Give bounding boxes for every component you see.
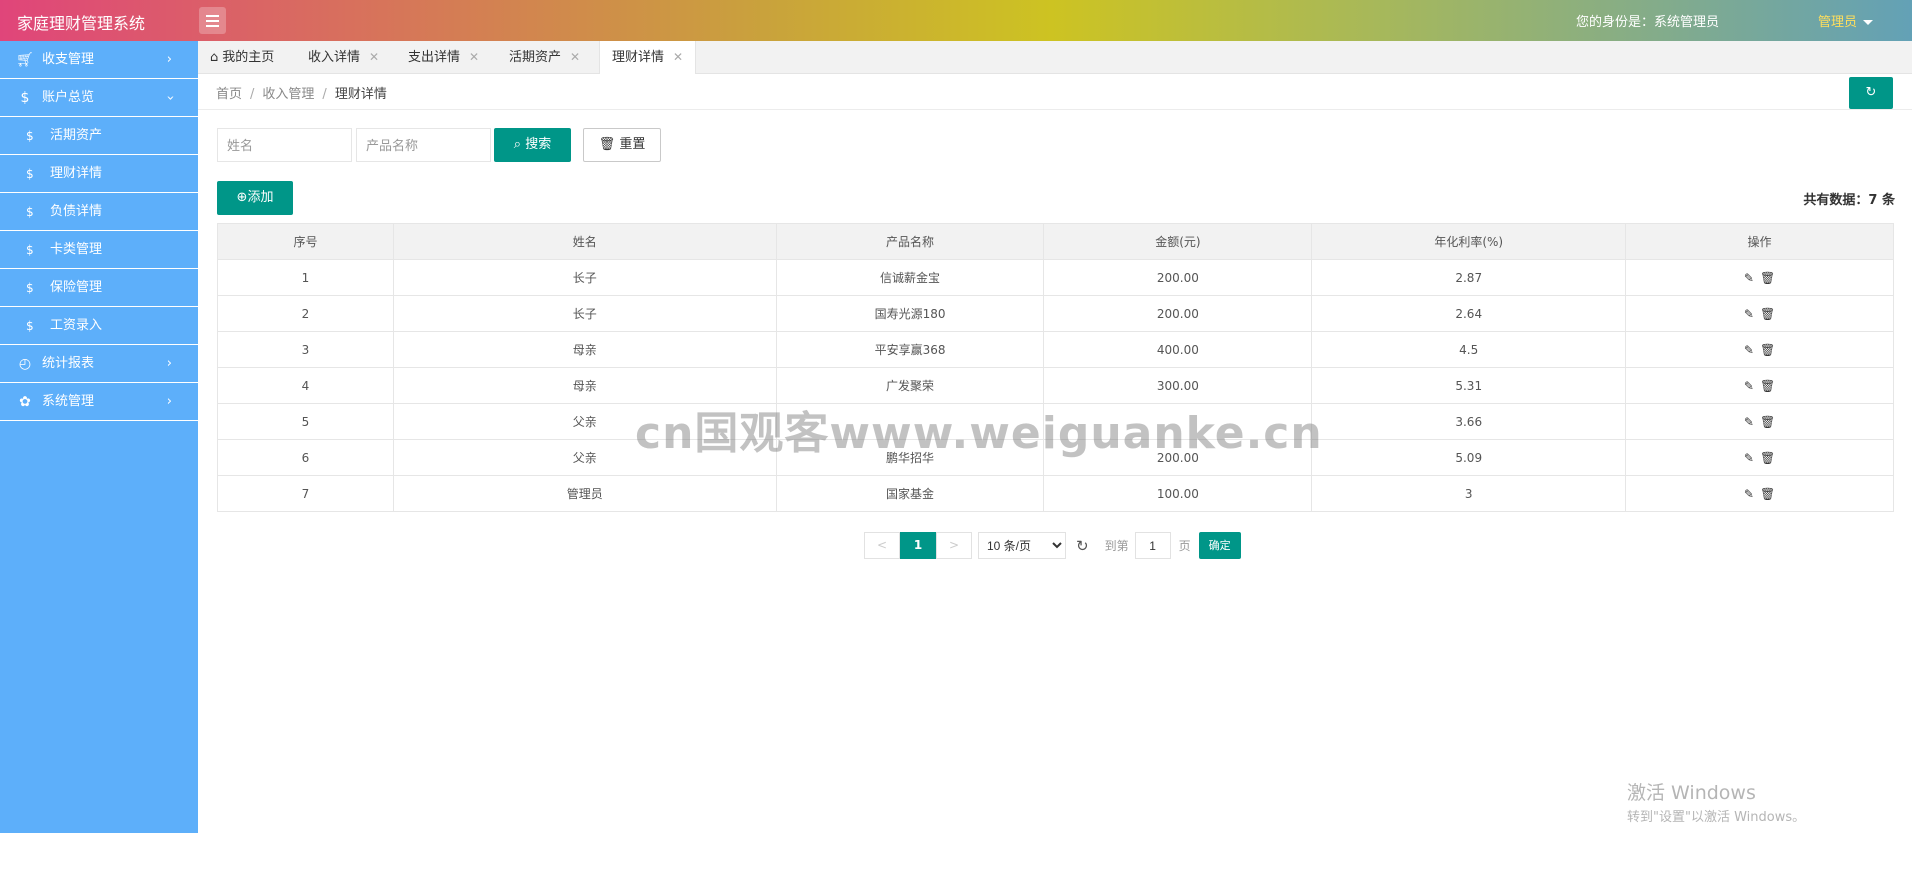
sidebar-subitem-salary-entry[interactable]: $ 工资录入: [0, 307, 198, 345]
close-icon[interactable]: ✕: [570, 50, 580, 64]
identity-text: 您的身份是：系统管理员: [1575, 15, 1719, 30]
data-table: 序号 姓名 产品名称 金额(元) 年化利率(%) 操作 1 长子 信诚薪金宝 200.…: [217, 223, 1894, 512]
close-icon[interactable]: ✕: [673, 50, 683, 64]
breadcrumb-home[interactable]: 首页: [216, 87, 242, 102]
edit-icon[interactable]: ✎: [1744, 379, 1754, 393]
sidebar-item-accounts[interactable]: $ 账户总览 ›: [0, 79, 198, 117]
delete-icon[interactable]: 🗑︎: [1760, 415, 1775, 429]
table-row: 7 管理员 国家基金 100.00 3 ✎ 🗑︎: [217, 475, 1894, 512]
chevron-right-icon: ›: [166, 356, 172, 371]
tab-wealth-details[interactable]: 理财详情 ✕: [599, 41, 697, 75]
caret-down-icon: [1863, 20, 1873, 25]
delete-icon[interactable]: 🗑︎: [1760, 307, 1775, 321]
windows-activation-subtitle: 转到"设置"以激活 Windows。: [1627, 810, 1806, 825]
sidebar: 🛒︎ 收支管理 › $ 账户总览 › $ 活期资产 $ 理财详情 $ 负债详情 $ 卡类…: [0, 41, 198, 833]
windows-activation-title: 激活 Windows: [1627, 782, 1756, 804]
chevron-right-icon: ›: [166, 52, 172, 67]
sidebar-subitem-debt-details[interactable]: $ 负债详情: [0, 193, 198, 231]
close-icon[interactable]: ✕: [469, 50, 479, 64]
edit-icon[interactable]: ✎: [1744, 343, 1754, 357]
tab-current-assets[interactable]: 活期资产 ✕: [497, 41, 592, 74]
watermark: cn国观客www.weiguanke.cn: [635, 408, 1323, 459]
total-count: 共有数据：7 条: [1803, 193, 1895, 208]
tab-bar: ⌂ 我的主页 收入详情 ✕ 支出详情 ✕ 活期资产 ✕ 理财详情 ✕: [198, 41, 1912, 75]
delete-icon[interactable]: 🗑︎: [1760, 343, 1775, 357]
goto-page-input[interactable]: [1134, 532, 1171, 559]
page-size-select[interactable]: 10 条/页: [978, 532, 1066, 559]
menu-toggle-button[interactable]: [199, 7, 226, 34]
dollar-icon: $: [26, 243, 34, 257]
column-header: 序号: [217, 223, 394, 260]
sidebar-subitem-card-management[interactable]: $ 卡类管理: [0, 231, 198, 269]
sidebar-item-income-expense[interactable]: 🛒︎ 收支管理 ›: [0, 41, 198, 79]
user-menu[interactable]: 管理员: [1818, 11, 1873, 30]
chevron-right-icon: ›: [166, 394, 172, 409]
column-header: 姓名: [392, 223, 777, 260]
column-header: 操作: [1625, 223, 1894, 260]
breadcrumb-current: 理财详情: [334, 87, 387, 102]
tab-expense-details[interactable]: 支出详情 ✕: [396, 41, 491, 74]
column-header: 年化利率(%): [1311, 223, 1627, 260]
next-page-button[interactable]: >: [936, 532, 972, 559]
chart-icon: ◴: [18, 356, 32, 372]
current-page[interactable]: 1: [900, 532, 936, 559]
breadcrumb: 首页 / 收入管理 / 理财详情: [216, 87, 387, 102]
plus-circle-icon: ⊕: [236, 190, 248, 205]
refresh-icon: ↻: [1865, 85, 1877, 100]
tab-home[interactable]: ⌂ 我的主页: [198, 41, 286, 74]
cart-icon: 🛒︎: [16, 52, 34, 68]
search-icon: ⌕: [513, 137, 522, 152]
table-row: 3 母亲 平安享赢368 400.00 4.5 ✎ 🗑︎: [217, 331, 1894, 368]
breadcrumb-income[interactable]: 收入管理: [262, 87, 314, 102]
dollar-icon: $: [26, 205, 34, 219]
confirm-page-button[interactable]: 确定: [1198, 532, 1241, 559]
search-button[interactable]: ⌕ 搜索: [494, 128, 571, 162]
table-row: 2 长子 国寿光源180 200.00 2.64 ✎ 🗑︎: [217, 295, 1894, 332]
edit-icon[interactable]: ✎: [1744, 307, 1754, 321]
dollar-icon: $: [26, 167, 34, 181]
close-icon[interactable]: ✕: [369, 50, 379, 64]
sidebar-subitem-current-assets[interactable]: $ 活期资产: [0, 117, 198, 155]
edit-icon[interactable]: ✎: [1744, 451, 1754, 465]
delete-icon[interactable]: 🗑︎: [1760, 379, 1775, 393]
tab-income-details[interactable]: 收入详情 ✕: [296, 41, 391, 74]
dollar-icon: $: [26, 129, 34, 143]
prev-page-button[interactable]: <: [864, 532, 900, 559]
edit-icon[interactable]: ✎: [1744, 271, 1754, 285]
name-search-input[interactable]: [217, 128, 352, 162]
product-search-input[interactable]: [356, 128, 491, 162]
sidebar-subitem-wealth-details[interactable]: $ 理财详情: [0, 155, 198, 193]
column-header: 金额(元): [1043, 223, 1313, 260]
goto-label: 到第: [1104, 539, 1129, 553]
pagination: < 1 > 10 条/页 ↻ 到第 页 确定: [864, 532, 1241, 559]
edit-icon[interactable]: ✎: [1744, 487, 1754, 501]
apps-icon: ✿: [19, 394, 31, 410]
column-header: 产品名称: [775, 223, 1045, 260]
table-header-row: 序号 姓名 产品名称 金额(元) 年化利率(%) 操作: [217, 223, 1894, 260]
hamburger-icon: [206, 14, 219, 17]
edit-icon[interactable]: ✎: [1744, 415, 1754, 429]
refresh-button[interactable]: ↻: [1849, 77, 1893, 109]
delete-icon[interactable]: 🗑︎: [1760, 487, 1775, 501]
page-label: 页: [1178, 539, 1191, 553]
table-row: 1 长子 信诚薪金宝 200.00 2.87 ✎ 🗑︎: [217, 259, 1894, 296]
dollar-icon: $: [26, 281, 34, 295]
sidebar-item-system[interactable]: ✿ 系统管理 ›: [0, 383, 198, 421]
chevron-down-icon: ›: [162, 95, 178, 101]
dollar-icon: $: [26, 319, 34, 333]
app-title: 家庭理财管理系统: [17, 14, 146, 33]
sidebar-item-reports[interactable]: ◴ 统计报表 ›: [0, 345, 198, 383]
breadcrumb-bar: 首页 / 收入管理 / 理财详情 ↻: [198, 74, 1912, 110]
trash-icon: 🗑︎: [598, 137, 616, 152]
add-button[interactable]: ⊕添加: [217, 181, 293, 215]
reset-button[interactable]: 🗑︎ 重置: [583, 128, 661, 162]
sidebar-subitem-insurance[interactable]: $ 保险管理: [0, 269, 198, 307]
refresh-icon[interactable]: ↻: [1076, 537, 1089, 555]
top-header: 家庭理财管理系统 您的身份是：系统管理员 管理员: [0, 0, 1912, 41]
dollar-icon: $: [20, 90, 30, 106]
delete-icon[interactable]: 🗑︎: [1760, 451, 1775, 465]
tag-icon: ⌂: [210, 50, 219, 65]
delete-icon[interactable]: 🗑︎: [1760, 271, 1775, 285]
